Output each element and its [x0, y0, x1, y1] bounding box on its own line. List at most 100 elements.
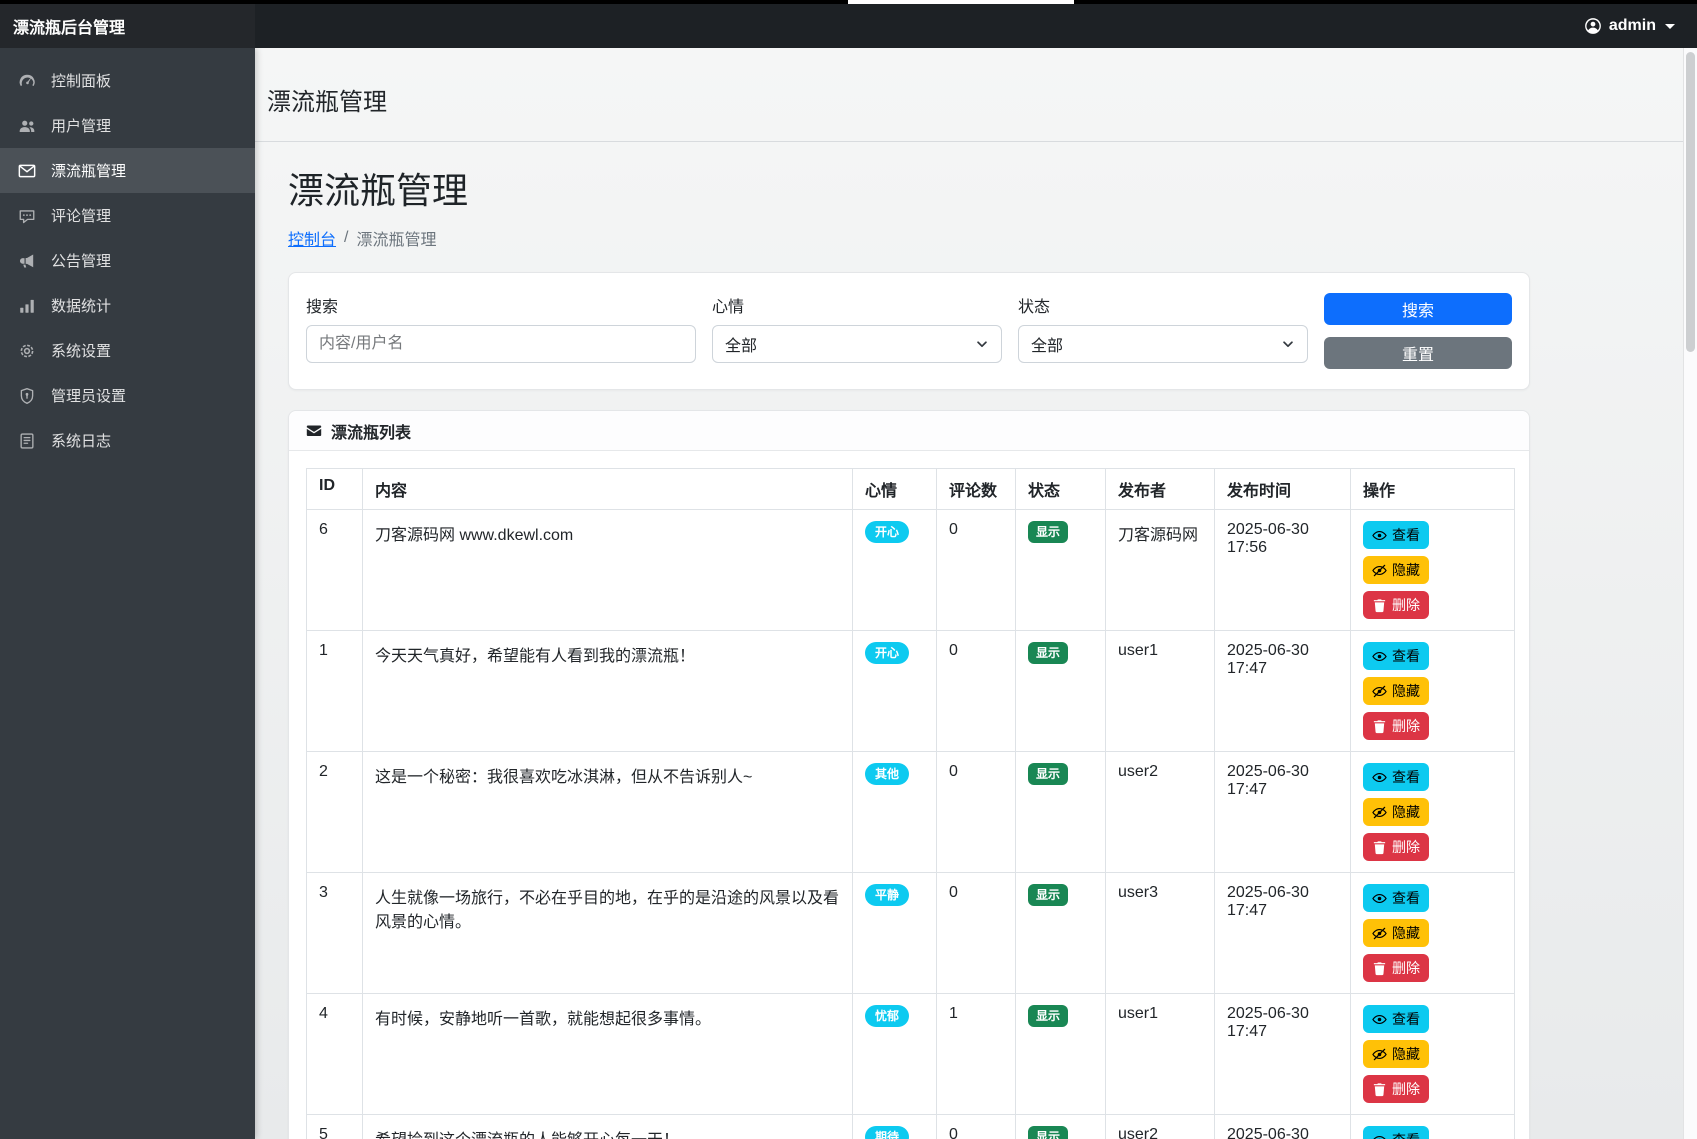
eye-icon	[1372, 1012, 1387, 1027]
eye-icon	[1372, 649, 1387, 664]
cell-content: 希望捡到这个漂流瓶的人能够开心每一天！	[363, 1115, 853, 1139]
breadcrumb-current: 漂流瓶管理	[356, 226, 436, 250]
sidebar-item-dashboard[interactable]: 控制面板	[0, 58, 255, 103]
status-badge: 显示	[1028, 642, 1068, 664]
eye-slash-icon	[1372, 1047, 1387, 1062]
cell-actions: 查看 隐藏 删除	[1351, 1115, 1515, 1139]
cell-id: 5	[307, 1115, 363, 1139]
hide-button[interactable]: 隐藏	[1363, 677, 1429, 705]
cell-id: 6	[307, 510, 363, 631]
card-header: 漂流瓶列表	[289, 411, 1529, 451]
view-button[interactable]: 查看	[1363, 1005, 1429, 1033]
search-button[interactable]: 搜索	[1324, 293, 1512, 325]
search-label: 搜索	[306, 293, 696, 317]
content: 漂流瓶管理 控制台 / 漂流瓶管理 搜索 心情 全部	[255, 142, 1697, 1139]
cell-comments: 0	[937, 1115, 1016, 1139]
users-icon	[18, 117, 36, 135]
cell-content: 这是一个秘密：我很喜欢吃冰淇淋，但从不告诉别人~	[363, 752, 853, 873]
sidebar: 控制面板 用户管理 漂流瓶管理 评论管理 公告管理	[0, 48, 255, 1139]
megaphone-icon	[18, 252, 36, 270]
top-navbar: 漂流瓶后台管理 admin	[0, 4, 1697, 48]
sidebar-item-logs[interactable]: 系统日志	[0, 418, 255, 463]
hide-button[interactable]: 隐藏	[1363, 1040, 1429, 1068]
delete-button[interactable]: 删除	[1363, 591, 1429, 619]
cell-time: 2025-06-30 17:56	[1215, 510, 1351, 631]
cell-id: 1	[307, 631, 363, 752]
bottle-list-card: 漂流瓶列表 ID 内容 心情 评论数	[288, 410, 1530, 1139]
brand[interactable]: 漂流瓶后台管理	[0, 4, 255, 48]
card-title: 漂流瓶列表	[331, 419, 411, 443]
delete-button[interactable]: 删除	[1363, 954, 1429, 982]
status-badge: 显示	[1028, 884, 1068, 906]
cell-actions: 查看 隐藏 删除	[1351, 994, 1515, 1115]
sidebar-item-users[interactable]: 用户管理	[0, 103, 255, 148]
col-comments: 评论数	[937, 469, 1016, 510]
sidebar-item-label: 评论管理	[51, 205, 111, 226]
screen: 漂流瓶后台管理 admin 控制面板 用户管理 漂流瓶管理	[0, 0, 1697, 1139]
caret-down-icon	[1665, 24, 1675, 29]
col-mood: 心情	[853, 469, 937, 510]
user-menu[interactable]: admin	[1584, 17, 1697, 35]
cell-id: 2	[307, 752, 363, 873]
sidebar-item-settings[interactable]: 系统设置	[0, 328, 255, 373]
search-input[interactable]	[306, 325, 696, 363]
view-button[interactable]: 查看	[1363, 884, 1429, 912]
sidebar-item-label: 系统设置	[51, 340, 111, 361]
status-badge: 显示	[1028, 521, 1068, 543]
status-label: 状态	[1018, 293, 1308, 317]
page-title: 漂流瓶管理	[288, 162, 1697, 214]
sidebar-item-announcements[interactable]: 公告管理	[0, 238, 255, 283]
gear-icon	[18, 342, 36, 360]
bar-chart-icon	[18, 297, 36, 315]
cell-content: 今天天气真好，希望能有人看到我的漂流瓶！	[363, 631, 853, 752]
delete-button[interactable]: 删除	[1363, 833, 1429, 861]
cell-publisher: user2	[1106, 752, 1215, 873]
mood-badge: 忧郁	[865, 1005, 909, 1027]
eye-slash-icon	[1372, 926, 1387, 941]
eye-slash-icon	[1372, 805, 1387, 820]
page-scrollbar[interactable]	[1683, 48, 1697, 1139]
view-button[interactable]: 查看	[1363, 521, 1429, 549]
mood-select-value: 全部	[725, 332, 757, 356]
breadcrumb-separator: /	[344, 229, 348, 247]
envelope-fill-icon	[306, 423, 322, 439]
reset-button[interactable]: 重置	[1324, 337, 1512, 369]
scrollbar-thumb[interactable]	[1686, 52, 1695, 352]
speedometer-icon	[18, 72, 36, 90]
view-button[interactable]: 查看	[1363, 1126, 1429, 1139]
status-select[interactable]: 全部	[1018, 325, 1308, 363]
sidebar-item-bottles[interactable]: 漂流瓶管理	[0, 148, 255, 193]
cell-mood: 平静	[853, 873, 937, 994]
col-actions: 操作	[1351, 469, 1515, 510]
status-badge: 显示	[1028, 1005, 1068, 1027]
mood-badge: 其他	[865, 763, 909, 785]
mood-select[interactable]: 全部	[712, 325, 1002, 363]
cell-publisher: user2	[1106, 1115, 1215, 1139]
filter-buttons: 搜索 重置	[1324, 293, 1512, 369]
sidebar-item-statistics[interactable]: 数据统计	[0, 283, 255, 328]
hide-button[interactable]: 隐藏	[1363, 919, 1429, 947]
delete-button[interactable]: 删除	[1363, 712, 1429, 740]
trash-icon	[1372, 719, 1387, 734]
mood-badge: 平静	[865, 884, 909, 906]
cell-mood: 其他	[853, 752, 937, 873]
hide-button[interactable]: 隐藏	[1363, 798, 1429, 826]
cell-id: 4	[307, 994, 363, 1115]
sidebar-item-comments[interactable]: 评论管理	[0, 193, 255, 238]
hide-button[interactable]: 隐藏	[1363, 556, 1429, 584]
person-circle-icon	[1584, 17, 1602, 35]
col-content: 内容	[363, 469, 853, 510]
cell-actions: 查看 隐藏 删除	[1351, 510, 1515, 631]
col-status: 状态	[1016, 469, 1106, 510]
col-publisher: 发布者	[1106, 469, 1215, 510]
sidebar-item-admin-settings[interactable]: 管理员设置	[0, 373, 255, 418]
cell-actions: 查看 隐藏 删除	[1351, 631, 1515, 752]
view-button[interactable]: 查看	[1363, 642, 1429, 670]
top-strip-highlight	[848, 0, 1074, 4]
sidebar-item-label: 管理员设置	[51, 385, 126, 406]
breadcrumb-link-console[interactable]: 控制台	[288, 226, 336, 250]
table-row: 1 今天天气真好，希望能有人看到我的漂流瓶！ 开心 0 显示 user1 202…	[307, 631, 1515, 752]
delete-button[interactable]: 删除	[1363, 1075, 1429, 1103]
chevron-down-icon	[975, 337, 989, 351]
view-button[interactable]: 查看	[1363, 763, 1429, 791]
